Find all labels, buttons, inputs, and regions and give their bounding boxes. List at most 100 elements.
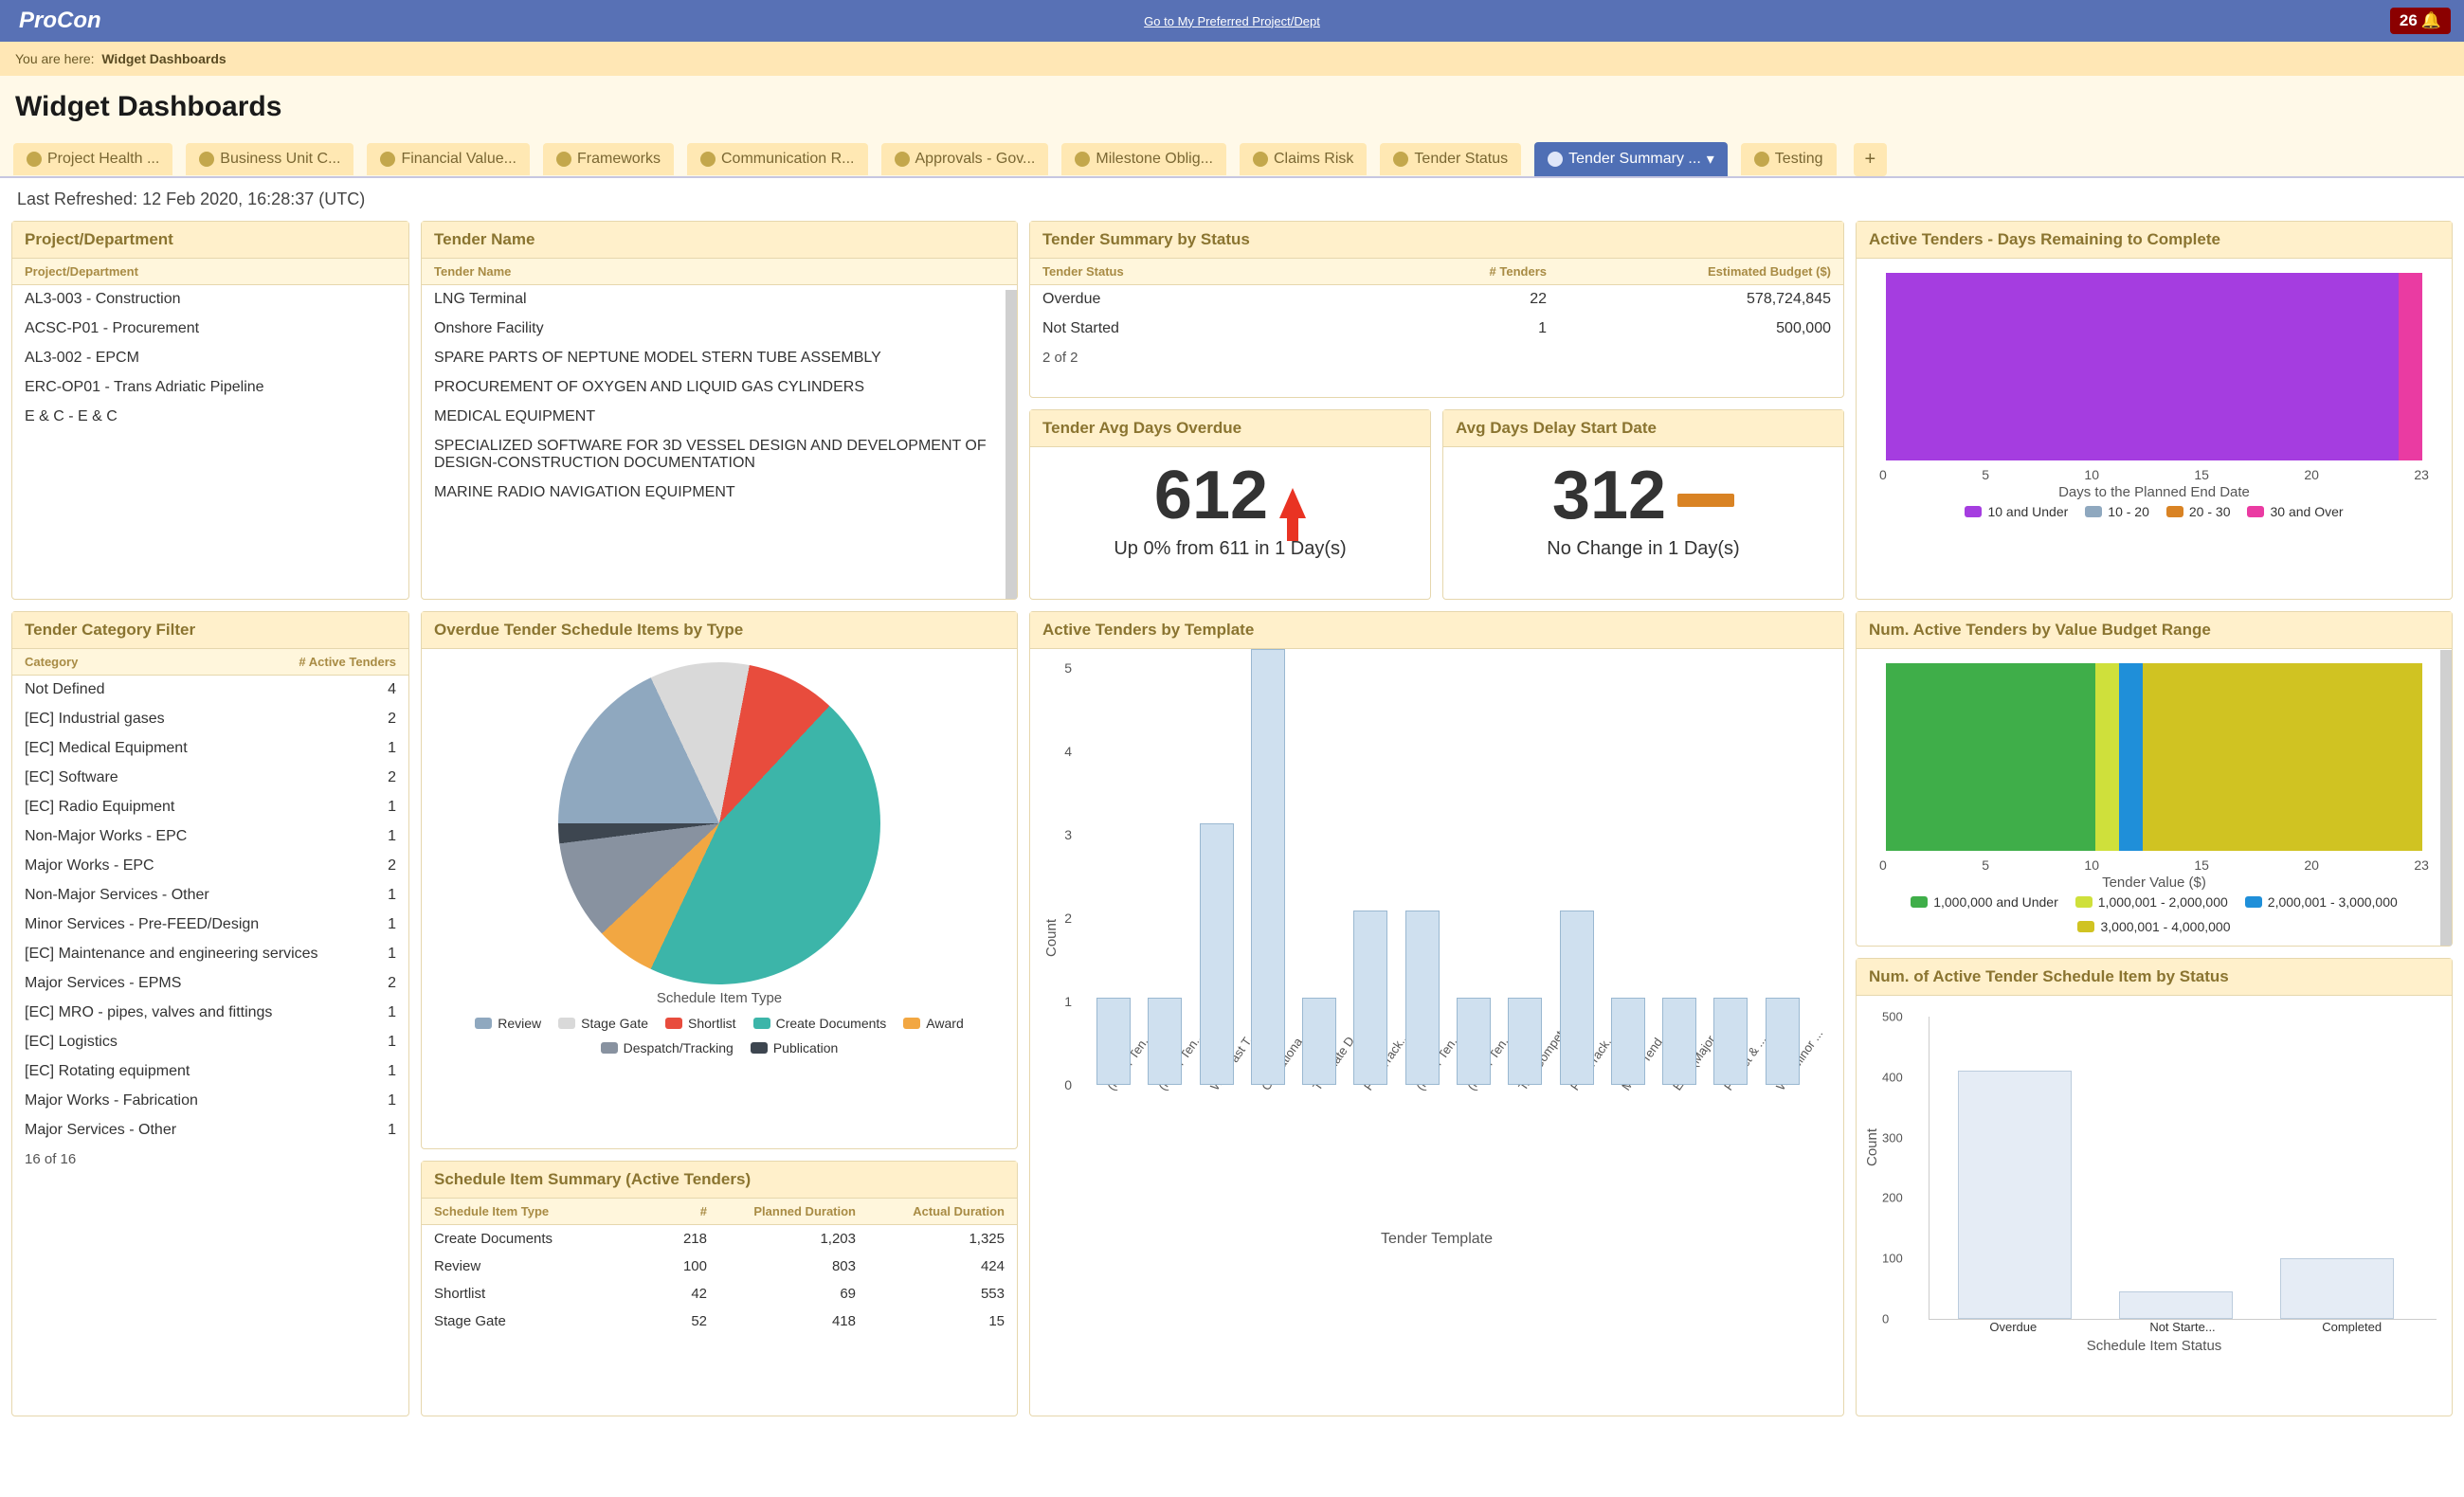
bar[interactable] <box>1662 998 1696 1085</box>
list-item[interactable]: [EC] Medical Equipment1 <box>12 734 408 764</box>
list-item[interactable]: E & C - E & C <box>12 403 408 432</box>
list-item[interactable]: Overdue22578,724,845 <box>1030 285 1843 315</box>
table-cell[interactable]: Review <box>422 1253 630 1280</box>
tab[interactable]: Testing <box>1741 143 1837 175</box>
bar[interactable] <box>1958 1071 2072 1319</box>
bar[interactable] <box>2119 1291 2233 1319</box>
col-header[interactable]: Tender Status <box>1042 264 1395 279</box>
scrollbar[interactable] <box>2440 650 2452 946</box>
list-item[interactable]: LNG Terminal <box>422 285 1017 315</box>
col-header[interactable]: Estimated Budget ($) <box>1547 264 1831 279</box>
list-item[interactable]: AL3-003 - Construction <box>12 285 408 315</box>
legend-item[interactable]: 2,000,001 - 3,000,000 <box>2245 894 2398 910</box>
col-header[interactable]: Tender Name <box>434 264 511 279</box>
list-item[interactable]: [EC] Logistics1 <box>12 1028 408 1057</box>
table-cell[interactable]: 15 <box>868 1308 1017 1335</box>
bar-segment[interactable] <box>2119 663 2143 851</box>
tab[interactable]: Tender Status <box>1380 143 1521 175</box>
list-item[interactable]: Non-Major Services - Other1 <box>12 881 408 911</box>
list-item[interactable]: PROCUREMENT OF OXYGEN AND LIQUID GAS CYL… <box>422 373 1017 403</box>
stacked-bar[interactable] <box>1885 662 2423 852</box>
tab[interactable]: Tender Summary ... ▾ <box>1534 142 1728 176</box>
tab[interactable]: Business Unit C... <box>186 143 353 175</box>
table-cell[interactable]: 553 <box>868 1280 1017 1308</box>
list-item[interactable]: [EC] Software2 <box>12 764 408 793</box>
legend-item[interactable]: Create Documents <box>753 1016 887 1031</box>
col-header[interactable]: # Active Tenders <box>273 655 396 669</box>
list-item[interactable]: ERC-OP01 - Trans Adriatic Pipeline <box>12 373 408 403</box>
legend-item[interactable]: Shortlist <box>665 1016 736 1031</box>
tab[interactable]: Approvals - Gov... <box>881 143 1049 175</box>
stacked-bar[interactable] <box>1885 272 2423 461</box>
table-cell[interactable]: 1,325 <box>868 1225 1017 1253</box>
bar[interactable] <box>1508 998 1542 1085</box>
list-item[interactable]: Major Services - Other1 <box>12 1116 408 1145</box>
bar[interactable] <box>1200 823 1234 1085</box>
bar-segment[interactable] <box>2095 663 2119 851</box>
bar[interactable] <box>1611 998 1645 1085</box>
tab[interactable]: Communication R... <box>687 143 868 175</box>
bar[interactable] <box>1251 649 1285 1085</box>
legend-item[interactable]: 30 and Over <box>2247 504 2343 519</box>
legend-item[interactable]: 1,000,000 and Under <box>1911 894 2058 910</box>
list-item[interactable]: Major Works - EPC2 <box>12 852 408 881</box>
tab[interactable]: Project Health ... <box>13 143 172 175</box>
bar[interactable] <box>1353 911 1387 1085</box>
legend-item[interactable]: Review <box>475 1016 541 1031</box>
legend-item[interactable]: Despatch/Tracking <box>601 1040 734 1055</box>
bar[interactable] <box>1457 998 1491 1085</box>
breadcrumb-current[interactable]: Widget Dashboards <box>101 51 226 66</box>
list-item[interactable]: Minor Services - Pre-FEED/Design1 <box>12 911 408 940</box>
table-cell[interactable]: Create Documents <box>422 1225 630 1253</box>
add-tab-button[interactable]: + <box>1854 143 1888 176</box>
notification-badge[interactable]: 26 🔔 <box>2390 8 2451 34</box>
list-item[interactable]: [EC] Maintenance and engineering service… <box>12 940 408 969</box>
bar[interactable] <box>1766 998 1800 1085</box>
list-item[interactable]: Not Started1500,000 <box>1030 315 1843 344</box>
table-cell[interactable]: 424 <box>868 1253 1017 1280</box>
table-cell[interactable]: 69 <box>719 1280 868 1308</box>
bar[interactable] <box>1096 998 1131 1085</box>
table-cell[interactable]: 1,203 <box>719 1225 868 1253</box>
tab[interactable]: Financial Value... <box>367 143 530 175</box>
legend-item[interactable]: 3,000,001 - 4,000,000 <box>2077 919 2230 934</box>
list-item[interactable]: ACSC-P01 - Procurement <box>12 315 408 344</box>
legend-item[interactable]: 1,000,001 - 2,000,000 <box>2075 894 2228 910</box>
col-header[interactable]: Schedule Item Type <box>422 1199 630 1225</box>
list-item[interactable]: SPARE PARTS OF NEPTUNE MODEL STERN TUBE … <box>422 344 1017 373</box>
legend-item[interactable]: Publication <box>751 1040 839 1055</box>
bar-segment[interactable] <box>2143 663 2422 851</box>
tab[interactable]: Claims Risk <box>1240 143 1367 175</box>
bar[interactable] <box>1148 998 1182 1085</box>
list-item[interactable]: MARINE RADIO NAVIGATION EQUIPMENT <box>422 478 1017 508</box>
bar[interactable] <box>1302 998 1336 1085</box>
list-item[interactable]: Not Defined4 <box>12 676 408 705</box>
list-item[interactable]: SPECIALIZED SOFTWARE FOR 3D VESSEL DESIG… <box>422 432 1017 478</box>
table-cell[interactable]: 418 <box>719 1308 868 1335</box>
list-item[interactable]: [EC] MRO - pipes, valves and fittings1 <box>12 999 408 1028</box>
bar-segment[interactable] <box>2399 273 2422 460</box>
col-header[interactable]: Category <box>25 655 273 669</box>
legend-item[interactable]: 10 - 20 <box>2085 504 2149 519</box>
bar[interactable] <box>1405 911 1440 1085</box>
list-item[interactable]: [EC] Rotating equipment1 <box>12 1057 408 1087</box>
table-cell[interactable]: 803 <box>719 1253 868 1280</box>
bar-segment[interactable] <box>1886 663 2095 851</box>
list-item[interactable]: Major Works - Fabrication1 <box>12 1087 408 1116</box>
table-cell[interactable]: 100 <box>630 1253 719 1280</box>
list-item[interactable]: Onshore Facility <box>422 315 1017 344</box>
legend-item[interactable]: 10 and Under <box>1965 504 2068 519</box>
list-item[interactable]: Major Services - EPMS2 <box>12 969 408 999</box>
bar-chart[interactable]: 0100200300400500 <box>1929 1017 2437 1320</box>
col-header[interactable]: Project/Department <box>25 264 138 279</box>
col-header[interactable]: # <box>630 1199 719 1225</box>
legend-item[interactable]: Award <box>903 1016 963 1031</box>
bar[interactable] <box>2280 1258 2394 1319</box>
scrollbar[interactable] <box>1006 290 1017 599</box>
table-cell[interactable]: 52 <box>630 1308 719 1335</box>
table-cell[interactable]: Shortlist <box>422 1280 630 1308</box>
legend-item[interactable]: Stage Gate <box>558 1016 648 1031</box>
table-cell[interactable]: 218 <box>630 1225 719 1253</box>
table-cell[interactable]: Stage Gate <box>422 1308 630 1335</box>
preferred-project-link[interactable]: Go to My Preferred Project/Dept <box>1144 14 1320 28</box>
